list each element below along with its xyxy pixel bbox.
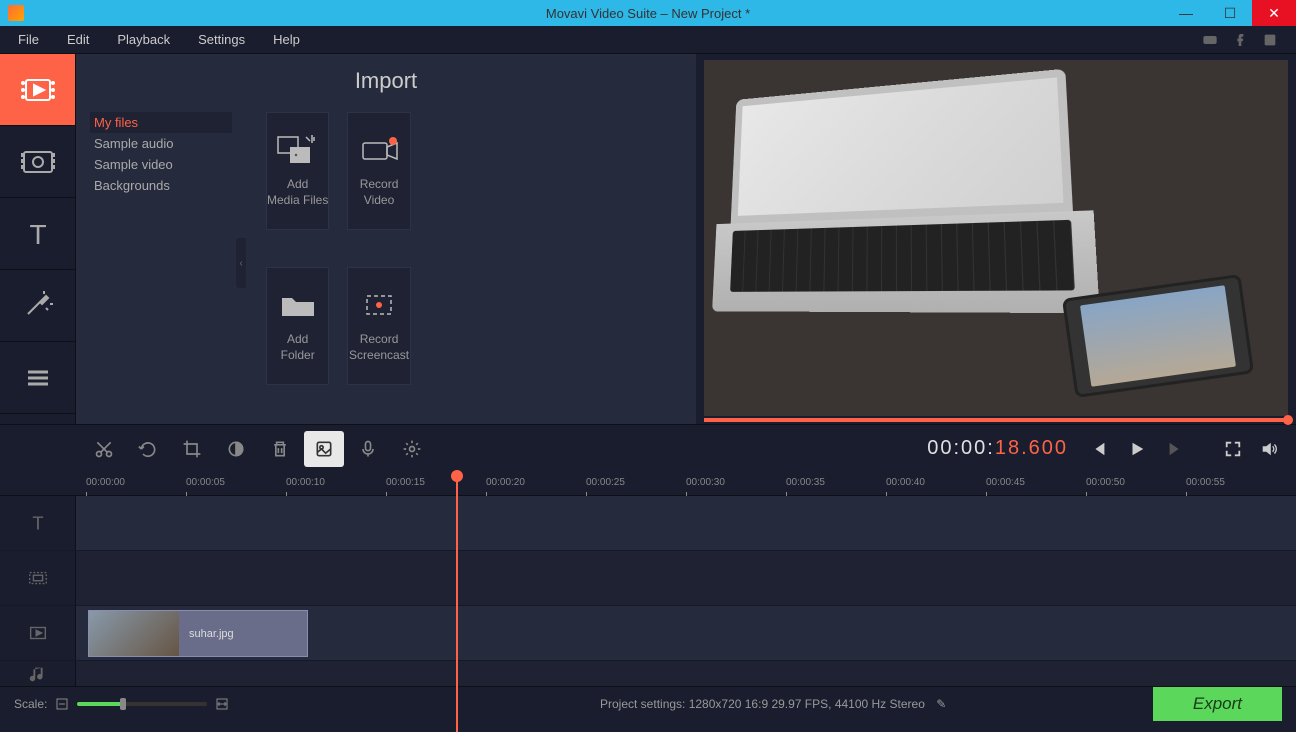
overlay-track-head[interactable] [0,551,76,605]
time-mark: 00:00:50 [1086,477,1125,488]
next-button[interactable] [1164,438,1186,460]
tile-label: Record Screencast [349,332,409,363]
share-icon[interactable] [1262,32,1278,48]
import-item-backgrounds[interactable]: Backgrounds [90,175,232,196]
timecode-display: 00:00:18.600 [927,437,1068,461]
time-mark: 00:00:30 [686,477,725,488]
time-ruler[interactable]: 00:00:00 00:00:05 00:00:10 00:00:15 00:00:20… [0,472,1296,496]
delete-button[interactable] [260,431,300,467]
clip-label: suhar.jpg [179,628,234,640]
menu-playback[interactable]: Playback [117,32,170,47]
add-media-files-tile[interactable]: Add Media Files [266,112,329,230]
edit-settings-icon[interactable]: ✎ [936,697,946,711]
facebook-icon[interactable] [1232,32,1248,48]
color-button[interactable] [216,431,256,467]
import-item-sampleaudio[interactable]: Sample audio [90,133,232,154]
time-mark: 00:00:05 [186,477,225,488]
collapse-handle[interactable]: ‹ [236,238,246,288]
video-clip[interactable]: suhar.jpg [88,610,308,657]
mode-toolbar: T [0,54,76,424]
time-mark: 00:00:15 [386,477,425,488]
time-mark: 00:00:35 [786,477,825,488]
overlay-track[interactable] [0,551,1296,606]
playhead[interactable] [456,472,458,732]
zoom-out-icon[interactable] [55,697,69,711]
time-mark: 00:00:00 [86,477,125,488]
play-button[interactable] [1126,438,1148,460]
rotate-button[interactable] [128,431,168,467]
import-mode[interactable] [0,54,75,126]
app-icon [8,5,24,21]
preview-panel [696,54,1296,424]
preview-scrubber[interactable] [704,418,1288,422]
video-track[interactable]: suhar.jpg [0,606,1296,661]
window-title: Movavi Video Suite – New Project * [546,6,750,21]
filters-mode[interactable] [0,126,75,198]
import-title: Import [76,54,696,102]
time-mark: 00:00:55 [1186,477,1225,488]
fullscreen-button[interactable] [1222,438,1244,460]
time-mark: 00:00:10 [286,477,325,488]
import-item-myfiles[interactable]: My files [90,112,232,133]
timecode-suffix: 18.600 [995,437,1068,459]
menu-edit[interactable]: Edit [67,32,89,47]
prev-button[interactable] [1088,438,1110,460]
tile-label: Add Media Files [267,177,328,208]
crop-button[interactable] [172,431,212,467]
preview-video[interactable] [704,60,1288,416]
edit-toolbar: 00:00:18.600 [0,424,1296,472]
audio-track-head[interactable] [0,661,76,688]
tracks: T suhar.jpg [0,496,1296,689]
tile-label: Add Folder [281,332,315,363]
time-mark: 00:00:45 [986,477,1025,488]
title-track[interactable]: T [0,496,1296,551]
menu-help[interactable]: Help [273,32,300,47]
audio-track[interactable] [0,661,1296,689]
cut-button[interactable] [84,431,124,467]
menu-file[interactable]: File [18,32,39,47]
youtube-icon[interactable] [1202,32,1218,48]
import-sidebar: My files Sample audio Sample video Backg… [76,102,246,424]
menu-settings[interactable]: Settings [198,32,245,47]
statusbar: Scale: Project settings: 1280x720 16:9 2… [0,686,1296,720]
effects-mode[interactable] [0,270,75,342]
export-button[interactable]: Export [1153,687,1282,721]
menubar: File Edit Playback Settings Help [0,26,1296,54]
volume-button[interactable] [1258,438,1280,460]
import-item-samplevideo[interactable]: Sample video [90,154,232,175]
add-folder-tile[interactable]: Add Folder [266,267,329,385]
more-mode[interactable] [0,342,75,414]
timeline: 00:00:00 00:00:05 00:00:10 00:00:15 00:00:20… [0,472,1296,689]
voiceover-button[interactable] [348,431,388,467]
project-settings-text: Project settings: 1280x720 16:9 29.97 FP… [600,697,946,711]
close-button[interactable]: ✕ [1252,0,1296,26]
clip-thumbnail [89,611,179,656]
titlebar: Movavi Video Suite – New Project * — ☐ ✕ [0,0,1296,26]
tile-label: Record Video [360,177,399,208]
main-area: T Import My files Sample audio Sample vi… [0,54,1296,424]
record-screencast-tile[interactable]: Record Screencast [347,267,410,385]
svg-text:T: T [29,219,46,250]
title-track-head[interactable]: T [0,496,76,550]
maximize-button[interactable]: ☐ [1208,0,1252,26]
scale-slider[interactable] [77,702,207,706]
time-mark: 00:00:20 [486,477,525,488]
settings-button[interactable] [392,431,432,467]
zoom-fit-icon[interactable] [215,697,229,711]
video-track-head[interactable] [0,606,76,660]
record-video-tile[interactable]: Record Video [347,112,410,230]
scale-label: Scale: [14,697,47,711]
svg-text:T: T [32,512,43,533]
import-panel: Import My files Sample audio Sample vide… [76,54,696,424]
titles-mode[interactable]: T [0,198,75,270]
properties-button[interactable] [304,431,344,467]
time-mark: 00:00:40 [886,477,925,488]
minimize-button[interactable]: — [1164,0,1208,26]
time-mark: 00:00:25 [586,477,625,488]
preview-content [727,69,1079,313]
timecode-prefix: 00:00: [927,437,995,459]
